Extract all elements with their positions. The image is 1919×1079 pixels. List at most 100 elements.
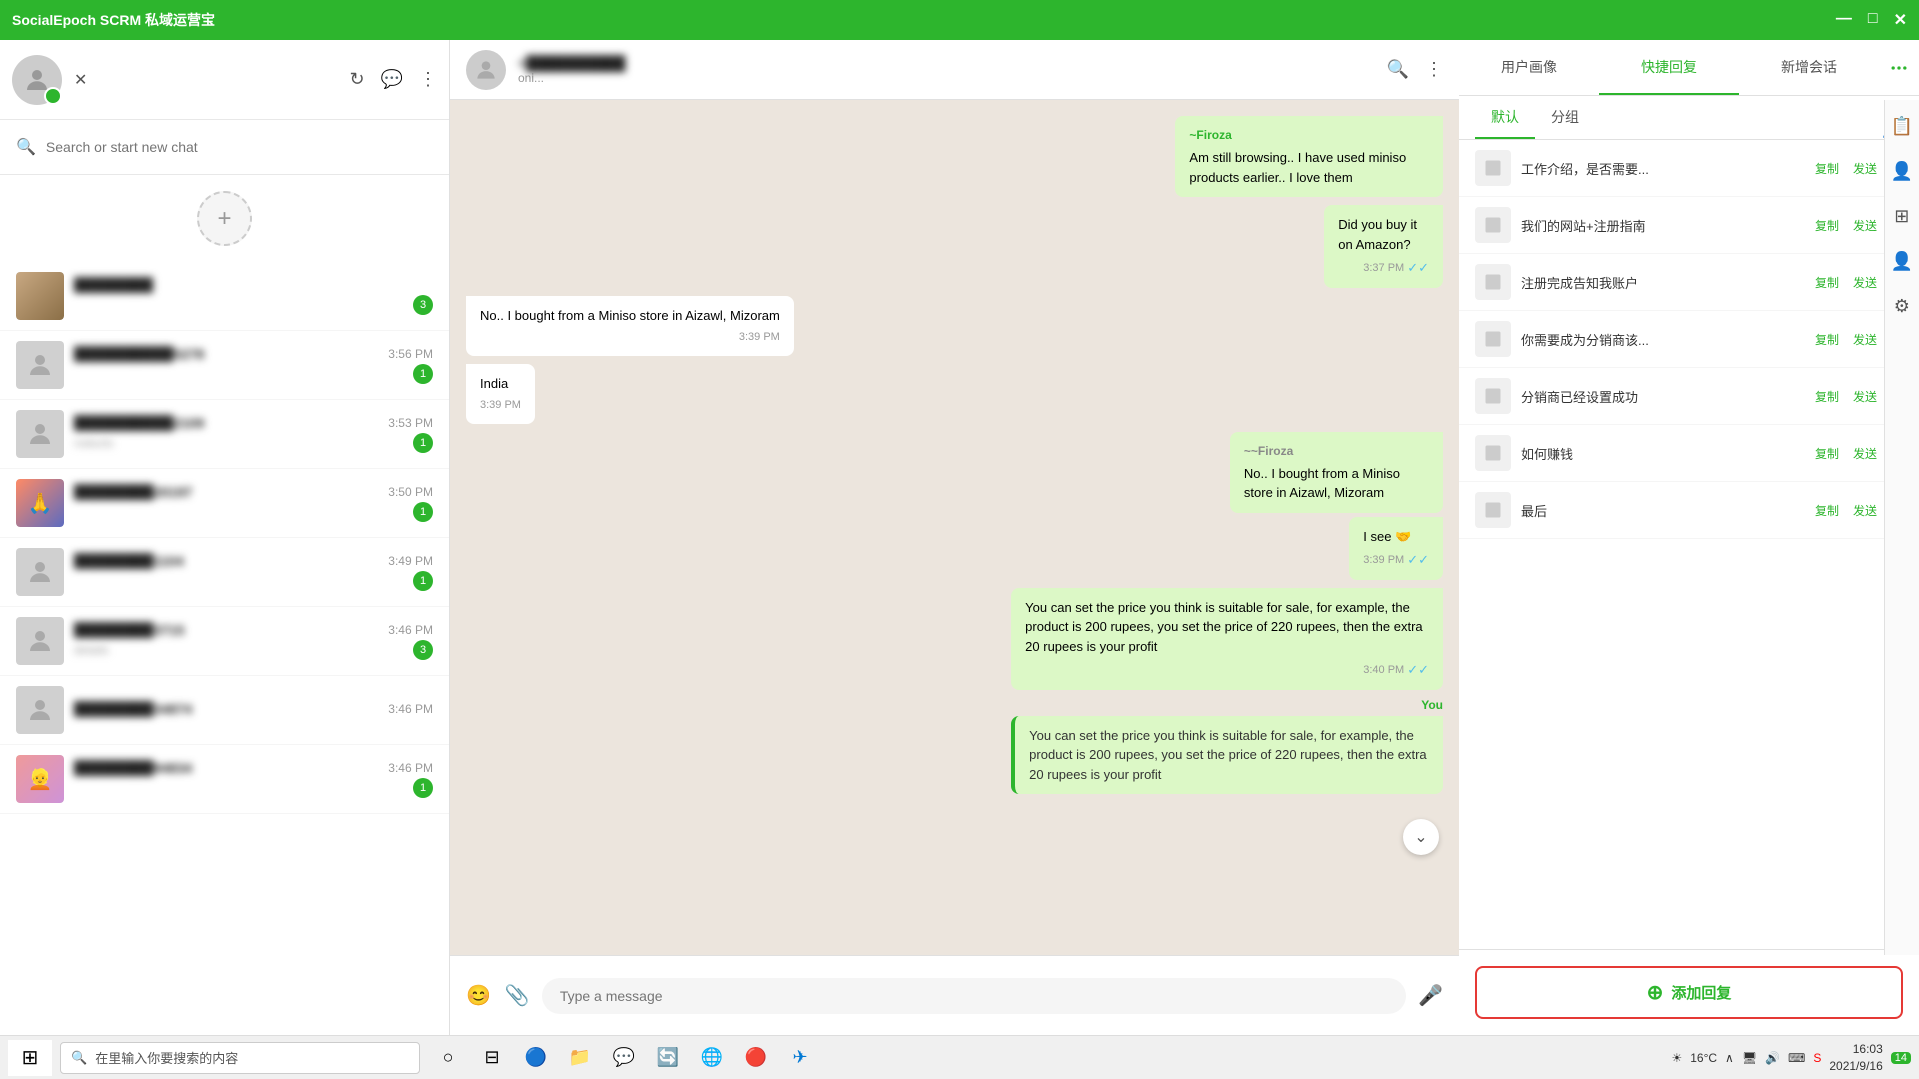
start-button[interactable]: ⊞ [8,1040,52,1076]
plus-icon: ⊕ [1647,980,1664,1005]
quick-reply-item: 工作介绍，是否需要... 复制 发送 ⋮ [1459,140,1919,197]
more-tabs-icon[interactable] [1879,58,1919,78]
chat-avatar [16,617,64,665]
taskbar-app-wechat[interactable]: 💬 [604,1040,644,1076]
add-reply-container: ⊕ 添加回复 [1459,949,1919,1035]
send-button[interactable]: 发送 [1849,500,1881,521]
scroll-down-button[interactable]: ⌄ [1403,819,1439,855]
search-input[interactable] [46,139,433,155]
chat-item[interactable]: 👱 ████████94834 3:46 PM 1 [0,745,449,814]
attachment-icon[interactable]: 📎 [505,983,530,1008]
send-button[interactable]: 发送 [1849,272,1881,293]
taskbar-app-green[interactable]: 🔄 [648,1040,688,1076]
sidebar-icons: ↻ 💬 ⋮ [349,69,437,90]
chat-item[interactable]: ████████3715 3:46 PM details 3 [0,607,449,676]
unread-badge: 3 [413,295,433,315]
volume-icon[interactable]: 🔊 [1765,1051,1780,1065]
quick-reply-image-icon [1475,492,1511,528]
taskbar-app-edge[interactable]: 🌐 [692,1040,732,1076]
window-controls: — □ ✕ [1836,10,1907,30]
contacts-icon[interactable]: 📋 [1891,116,1913,137]
message-time: 3:39 PM [480,329,780,346]
chat-avatar [16,341,64,389]
quick-reply-item: 我们的网站+注册指南 复制 发送 ⋮ [1459,197,1919,254]
maximize-button[interactable]: □ [1868,10,1878,30]
sub-tab-default[interactable]: 默认 [1475,97,1535,139]
red-icon: S [1813,1051,1821,1065]
chat-name: ██████████5278 [74,346,204,362]
chat-item[interactable]: ██████████2109 3:53 PM roducts 1 [0,400,449,469]
chat-input-area: 😊 📎 🎤 [450,955,1459,1035]
chat-name: ████████ [74,277,153,293]
quick-reply-text: 我们的网站+注册指南 [1521,216,1801,235]
chat-name: ████████94834 [74,760,192,776]
chat-info: ████████3715 3:46 PM details 3 [74,622,433,660]
message-bubble: You can set the price you think is suita… [1011,588,1443,690]
settings-person-icon[interactable]: 👤 [1891,161,1913,182]
copy-button[interactable]: 复制 [1811,500,1843,521]
search-bar[interactable]: 🔍 [0,120,449,175]
copy-button[interactable]: 复制 [1811,272,1843,293]
quick-reply-text: 注册完成告知我账户 [1521,273,1801,292]
grid-icon[interactable]: ⊞ [1894,206,1909,227]
taskbar-app-chrome[interactable]: 🔴 [736,1040,776,1076]
send-button[interactable]: 发送 [1849,215,1881,236]
chat-item[interactable]: ██████████5278 3:56 PM 1 [0,331,449,400]
add-reply-label: 添加回复 [1671,982,1731,1003]
taskbar-app-circle[interactable]: ○ [428,1040,468,1076]
chat-item[interactable]: ████████34874 3:46 PM [0,676,449,745]
send-button[interactable]: 发送 [1849,158,1881,179]
chat-icon[interactable]: 💬 [381,69,403,90]
more-icon[interactable]: ⋮ [419,69,437,90]
chat-avatar [16,272,64,320]
message-input[interactable] [542,978,1406,1014]
tab-new-chat[interactable]: 新增会话 [1739,41,1879,95]
minimize-button[interactable]: — [1836,10,1852,30]
network-icon[interactable]: 🖥 [1742,1051,1757,1065]
more-icon[interactable]: ⋮ [1425,59,1443,80]
profile-icon[interactable]: 👤 [1891,251,1913,272]
add-reply-button[interactable]: ⊕ 添加回复 [1475,966,1903,1019]
close-icon[interactable]: ✕ [74,70,87,90]
send-button[interactable]: 发送 [1849,443,1881,464]
refresh-icon[interactable]: ↻ [349,69,364,90]
sub-tab-group[interactable]: 分组 [1535,97,1595,139]
taskbar-app-folder[interactable]: 📁 [560,1040,600,1076]
chat-item[interactable]: 🙏 ████████20197 3:50 PM 1 [0,469,449,538]
emoji-icon[interactable]: 😊 [466,983,491,1008]
message-text: Am still browsing.. I have used miniso p… [1189,150,1406,185]
unread-badge: 1 [413,433,433,453]
message-sender: ~~Firoza [1244,442,1429,460]
quick-reply-image-icon [1475,321,1511,357]
taskbar-app-widget[interactable]: ⊟ [472,1040,512,1076]
chat-info: ██████████5278 3:56 PM 1 [74,346,433,384]
tab-user-portrait[interactable]: 用户画像 [1459,41,1599,95]
you-preview-message: You can set the price you think is suita… [1011,716,1443,795]
add-chat-button[interactable]: + [197,191,252,246]
system-tray-up[interactable]: ∧ [1725,1051,1734,1065]
close-button[interactable]: ✕ [1894,10,1907,30]
taskbar-search[interactable]: 🔍 在里输入你要搜索的内容 [60,1042,420,1074]
chat-avatar: 🙏 [16,479,64,527]
quick-reply-text: 最后 [1521,501,1801,520]
copy-button[interactable]: 复制 [1811,386,1843,407]
keyboard-icon[interactable]: ⌨ [1788,1051,1805,1065]
search-icon[interactable]: 🔍 [1387,59,1409,80]
copy-button[interactable]: 复制 [1811,329,1843,350]
chat-contact-status: oni... [518,71,625,85]
send-button[interactable]: 发送 [1849,386,1881,407]
chat-list: ████████ 3 ██████████5278 [0,262,449,1035]
send-button[interactable]: 发送 [1849,329,1881,350]
gear-icon[interactable]: ⚙ [1894,296,1910,317]
copy-button[interactable]: 复制 [1811,443,1843,464]
taskbar-app-blue[interactable]: 🔵 [516,1040,556,1076]
tab-quick-reply[interactable]: 快捷回复 [1599,41,1739,95]
copy-button[interactable]: 复制 [1811,158,1843,179]
chat-item[interactable]: ████████ 3 [0,262,449,331]
copy-button[interactable]: 复制 [1811,215,1843,236]
microphone-icon[interactable]: 🎤 [1418,983,1443,1008]
taskbar-app-nav[interactable]: ✈ [780,1040,820,1076]
notification-badge[interactable]: 14 [1891,1052,1911,1064]
sidebar-header: ✕ ↻ 💬 ⋮ [0,40,449,120]
chat-item[interactable]: ████████1104 3:49 PM 1 [0,538,449,607]
